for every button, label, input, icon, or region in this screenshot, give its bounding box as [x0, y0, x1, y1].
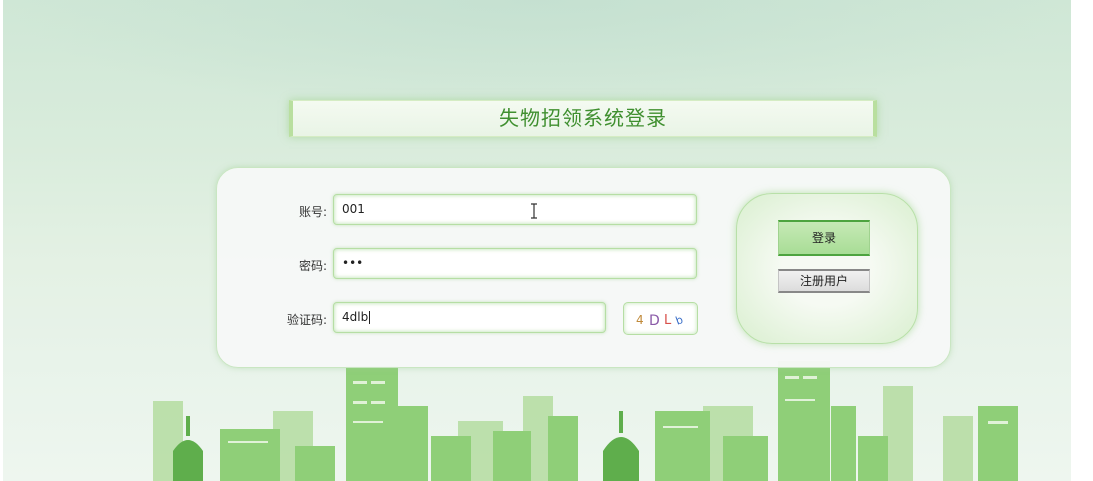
account-input[interactable]: 001	[333, 194, 697, 225]
text-cursor-icon	[531, 203, 537, 219]
title-banner: 失物招领系统登录	[289, 100, 877, 137]
page-title: 失物招领系统登录	[499, 106, 667, 130]
captcha-char: 4	[636, 313, 644, 327]
captcha-char: D	[649, 313, 660, 329]
captcha-value: 4dlb	[342, 310, 369, 324]
captcha-image[interactable]: 4 D L b	[623, 302, 698, 335]
captcha-char: b	[674, 313, 685, 328]
captcha-label: 验证码:	[286, 313, 327, 327]
login-panel: 账号: 001 密码: ••• 验证码: 4dlb 4 D L b 登录 注册用…	[216, 167, 951, 368]
password-label: 密码:	[298, 259, 327, 273]
password-input[interactable]: •••	[333, 248, 697, 279]
captcha-input[interactable]: 4dlb	[333, 302, 606, 333]
text-caret	[369, 311, 371, 324]
captcha-glyphs: 4 D L b	[636, 313, 685, 329]
account-label: 账号:	[298, 205, 327, 219]
captcha-char: L	[664, 313, 672, 328]
button-group: 登录 注册用户	[736, 193, 918, 344]
password-value: •••	[342, 256, 364, 270]
account-value: 001	[342, 202, 365, 216]
login-page: 失物招领系统登录 账号: 001 密码: ••• 验证码: 4dlb 4 D L…	[3, 0, 1071, 481]
login-button[interactable]: 登录	[778, 220, 870, 256]
register-button[interactable]: 注册用户	[778, 269, 870, 293]
